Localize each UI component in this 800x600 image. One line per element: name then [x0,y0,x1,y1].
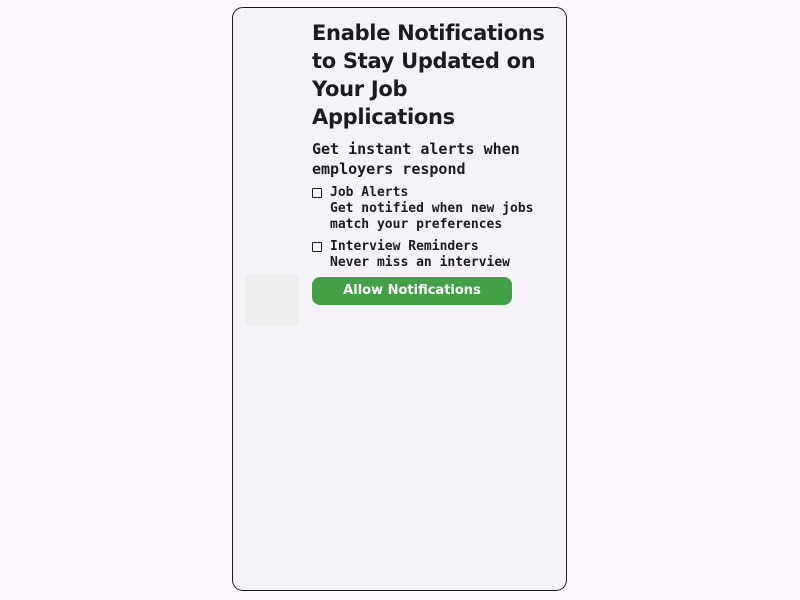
option-title: Interview Reminders [330,239,479,254]
page-title: Enable Notifications to Stay Updated on … [312,21,545,129]
page-subtitle: Get instant alerts when employers respon… [312,140,520,178]
checkbox-job-alerts[interactable] [312,188,322,198]
option-description: Get notified when new jobs match your pr… [330,201,534,232]
option-job-alerts[interactable]: Job Alerts Get notified when new jobs ma… [312,185,556,233]
checkbox-interview-reminders[interactable] [312,242,322,252]
option-text: Interview Reminders Never miss an interv… [330,239,550,271]
option-title: Job Alerts [330,185,409,200]
illustration-placeholder [245,274,299,326]
option-interview-reminders[interactable]: Interview Reminders Never miss an interv… [312,239,556,271]
option-description: Never miss an interview [330,255,511,270]
option-text: Job Alerts Get notified when new jobs ma… [330,185,550,233]
notification-permission-panel: Enable Notifications to Stay Updated on … [312,19,556,305]
allow-notifications-button[interactable]: Allow Notifications [312,277,512,305]
